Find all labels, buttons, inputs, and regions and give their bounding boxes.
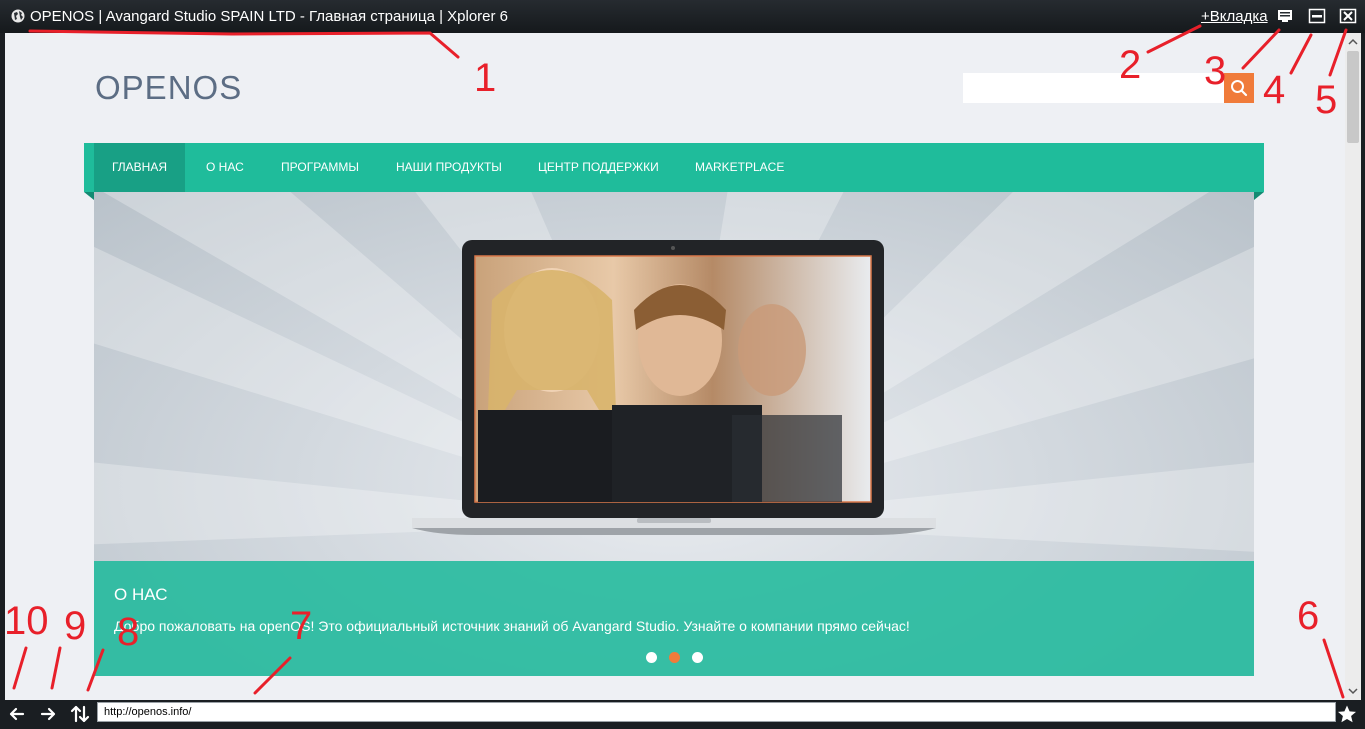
slider-dot-2[interactable] — [669, 652, 680, 663]
nav-item-support[interactable]: ЦЕНТР ПОДДЕРЖКИ — [538, 143, 659, 192]
hero-slider: О НАС Добро пожаловать на openOS! Это оф… — [94, 192, 1254, 676]
caption-text: Добро пожаловать на openOS! Это официаль… — [114, 618, 910, 634]
page-viewport: OPENOS ГЛАВНАЯ О НАС ПРОГРАММЫ НАШИ ПРОД… — [5, 33, 1345, 700]
nav-item-home[interactable]: ГЛАВНАЯ — [94, 143, 185, 192]
search-icon — [1231, 80, 1248, 97]
window-titlebar: OPENOS | Avangard Studio SPAIN LTD - Гла… — [0, 0, 1365, 33]
nav-item-about[interactable]: О НАС — [206, 143, 244, 192]
back-arrow-icon[interactable] — [7, 704, 27, 724]
slider-dot-1[interactable] — [646, 652, 657, 663]
screen-icon[interactable] — [1276, 8, 1294, 24]
scroll-down-icon[interactable] — [1348, 686, 1358, 696]
slider-caption: О НАС Добро пожаловать на openOS! Это оф… — [94, 561, 1254, 676]
globe-icon — [11, 9, 25, 23]
nav-item-products[interactable]: НАШИ ПРОДУКТЫ — [396, 143, 502, 192]
forward-arrow-icon[interactable] — [38, 704, 58, 724]
new-tab-link[interactable]: +Вкладка — [1201, 8, 1268, 25]
slider-dot-3[interactable] — [692, 652, 703, 663]
search-input[interactable] — [963, 73, 1225, 103]
scrollbar-thumb[interactable] — [1347, 51, 1359, 143]
caption-title: О НАС — [114, 585, 168, 604]
star-icon[interactable] — [1337, 704, 1357, 724]
annotation-label-3: 3 — [1204, 49, 1227, 93]
nav-fold-left — [84, 192, 94, 200]
annotation-label-7: 7 — [290, 604, 313, 648]
annotation-label-5: 5 — [1315, 78, 1338, 122]
vertical-scrollbar[interactable] — [1345, 33, 1361, 700]
nav-fold-right — [1254, 192, 1264, 200]
sort-arrows-icon[interactable] — [70, 704, 90, 724]
nav-item-programs[interactable]: ПРОГРАММЫ — [281, 143, 359, 192]
close-icon[interactable] — [1339, 8, 1357, 24]
minimize-icon[interactable] — [1308, 8, 1326, 24]
annotation-label-2: 2 — [1119, 43, 1142, 87]
site-logo[interactable]: OPENOS — [95, 69, 242, 107]
address-bar[interactable] — [97, 702, 1336, 722]
window-title: OPENOS | Avangard Studio SPAIN LTD - Гла… — [30, 8, 509, 25]
annotation-label-9: 9 — [64, 604, 87, 648]
annotation-label-6: 6 — [1297, 594, 1320, 638]
laptop-image — [412, 240, 936, 535]
main-nav: ГЛАВНАЯ О НАС ПРОГРАММЫ НАШИ ПРОДУКТЫ ЦЕ… — [84, 143, 1264, 200]
annotation-label-8: 8 — [117, 610, 140, 654]
annotation-label-4: 4 — [1263, 68, 1286, 112]
nav-item-marketplace[interactable]: MARKETPLACE — [695, 143, 784, 192]
annotation-label-1: 1 — [474, 56, 497, 100]
search-button[interactable] — [1224, 73, 1254, 103]
annotation-label-10: 10 — [4, 599, 49, 643]
scroll-up-icon[interactable] — [1348, 37, 1358, 47]
